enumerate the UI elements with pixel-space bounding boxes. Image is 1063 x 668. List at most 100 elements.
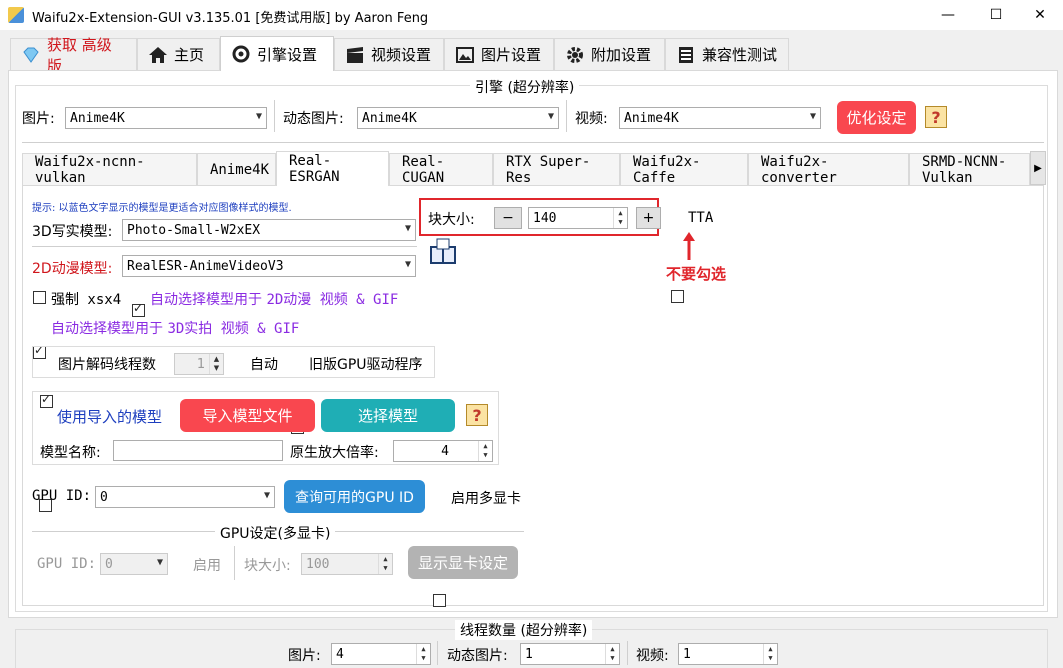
title-bar: Waifu2x-Extension-GUI v3.135.01 [免费试用版] … (0, 0, 1063, 30)
threads-gif-spinner[interactable]: 1 ▲ ▼ (520, 643, 620, 665)
threads-image-label: 图片: (288, 648, 321, 664)
native-scale-label: 原生放大倍率: (290, 445, 379, 461)
checklist-icon (676, 45, 696, 65)
tab-real-cugan[interactable]: Real-CUGAN (389, 153, 493, 186)
tab-image-settings[interactable]: 图片设置 (444, 38, 554, 70)
tab-home[interactable]: 主页 (137, 38, 220, 70)
model-2d-select[interactable]: RealESR-AnimeVideoV3 ▼ (122, 255, 416, 277)
tab-label: 图片设置 (481, 46, 542, 64)
minimize-button[interactable]: — (925, 0, 971, 30)
threads-image-spinner[interactable]: 4 ▲ ▼ (331, 643, 431, 665)
tile2-label: 块大小: (244, 558, 291, 574)
force-xsx4-checkbox[interactable] (33, 291, 46, 304)
gpu-id2-select[interactable]: 0 ▼ (100, 553, 168, 575)
gif-engine-select[interactable]: Anime4K ▼ (357, 107, 559, 129)
maximize-button[interactable]: ☐ (973, 0, 1019, 30)
import-model-button[interactable]: 导入模型文件 (180, 399, 315, 432)
divider (274, 100, 275, 132)
show-gpu-settings-button[interactable]: 显示显卡设定 (408, 546, 518, 579)
decode-threads-label: 图片解码线程数 (58, 357, 156, 373)
auto-3d-label: 自动选择模型用于 3D实拍 视频 & GIF (51, 321, 300, 337)
close-button[interactable]: ✕ (1017, 0, 1063, 30)
engine-group-title: 引擎 (超分辨率) (470, 77, 580, 97)
multi-gpu-label: 启用多显卡 (451, 491, 521, 507)
home-icon (148, 45, 168, 65)
tab-srmd-ncnn-vulkan[interactable]: SRMD-NCNN-Vulkan (909, 153, 1030, 185)
tab-scroll-button[interactable]: ▶ (1030, 151, 1046, 185)
native-scale-spinner[interactable]: 4 ▲ ▼ (393, 440, 493, 462)
spinner-arrows-icon: ▲ ▼ (478, 441, 492, 461)
chevron-down-icon: ▼ (809, 111, 816, 122)
decode-threads-spinner[interactable]: 1 ▲ ▼ (174, 353, 224, 375)
chevron-down-icon: ▼ (156, 557, 163, 568)
divider (234, 546, 235, 580)
multi-gpu-checkbox[interactable] (433, 594, 446, 607)
divider (22, 142, 1044, 143)
image-engine-select[interactable]: Anime4K ▼ (65, 107, 267, 129)
gif-engine-label: 动态图片: (283, 111, 344, 127)
tab-label: 主页 (174, 46, 205, 64)
spinner-arrows-icon: ▲ ▼ (763, 644, 777, 664)
tab-additional-settings[interactable]: 附加设置 (554, 38, 665, 70)
clapperboard-icon (345, 45, 365, 65)
tile-size-spinner[interactable]: 140 ▲ ▼ (528, 207, 628, 229)
enable-gpu-label: 启用 (193, 558, 221, 574)
tab-anime4k[interactable]: Anime4K (197, 153, 276, 185)
gpu-id2-label: GPU ID: (37, 556, 97, 572)
optimize-settings-button[interactable]: 优化设定 (837, 101, 916, 134)
tab-waifu2x-converter[interactable]: Waifu2x-converter (748, 153, 909, 186)
help-icon[interactable]: ? (466, 404, 488, 426)
video-engine-select[interactable]: Anime4K ▼ (619, 107, 821, 129)
auto-2d-checkbox[interactable] (132, 301, 145, 317)
tta-checkbox[interactable] (671, 290, 684, 303)
divider (627, 641, 628, 665)
model-3d-label: 3D写实模型: (32, 224, 113, 240)
threads-gif-label: 动态图片: (447, 648, 508, 664)
model-name-input[interactable] (113, 440, 283, 461)
tile2-spinner[interactable]: 100 ▲ ▼ (301, 553, 393, 575)
annotation-text: 不要勾选 (666, 265, 727, 283)
diamond-icon (21, 45, 41, 65)
spinner-arrows-icon: ▲ ▼ (209, 354, 223, 374)
video-engine-label: 视频: (575, 111, 608, 127)
app-icon (8, 7, 24, 23)
tab-engine-settings[interactable]: 引擎设置 (220, 36, 334, 71)
tab-real-esrgan[interactable]: Real-ESRGAN (276, 151, 389, 186)
chevron-down-icon: ▼ (255, 111, 262, 122)
spinner-arrows-icon: ▲ ▼ (613, 208, 627, 228)
arrow-up-icon (683, 232, 695, 260)
threads-video-spinner[interactable]: 1 ▲ ▼ (678, 643, 778, 665)
tab-get-pro[interactable]: 获取 高级版 (10, 36, 137, 75)
spinner-arrows-icon: ▲ ▼ (605, 644, 619, 664)
tab-waifu2x-caffe[interactable]: Waifu2x-Caffe (620, 153, 748, 186)
query-gpu-button[interactable]: 查询可用的GPU ID (284, 480, 425, 513)
model-name-label: 模型名称: (40, 445, 101, 461)
spinner-arrows-icon: ▲ ▼ (416, 644, 430, 664)
gpu-id-select[interactable]: 0 ▼ (95, 486, 275, 508)
auto-threads-label: 自动 (250, 357, 278, 373)
threads-group-title: 线程数量 (超分辨率) (455, 620, 593, 640)
tile-plus-button[interactable]: + (636, 207, 661, 229)
chevron-down-icon: ▼ (547, 111, 554, 122)
divider (566, 100, 567, 132)
book-icon[interactable] (428, 238, 458, 266)
spinner-arrows-icon: ▲ ▼ (378, 554, 392, 574)
tab-rtx-super-res[interactable]: RTX Super-Res (493, 153, 620, 186)
chevron-down-icon: ▼ (263, 490, 270, 501)
tile-minus-button[interactable]: − (494, 207, 522, 229)
tab-label: 视频设置 (371, 46, 432, 64)
tab-label: 附加设置 (591, 46, 652, 64)
engine-icon (231, 44, 251, 64)
window-title: Waifu2x-Extension-GUI v3.135.01 [免费试用版] … (32, 11, 429, 26)
select-model-button[interactable]: 选择模型 (321, 399, 455, 432)
model-2d-label: 2D动漫模型: (32, 261, 113, 277)
tab-waifu2x-ncnn-vulkan[interactable]: Waifu2x-ncnn-vulkan (22, 153, 197, 186)
tab-compatibility-test[interactable]: 兼容性测试 (665, 38, 789, 70)
gpu-settings-title: GPU设定(多显卡) (215, 523, 336, 543)
gpu-id-label: GPU ID: (32, 488, 92, 504)
chevron-down-icon: ▼ (404, 223, 411, 234)
model-3d-select[interactable]: Photo-Small-W2xEX ▼ (122, 219, 416, 241)
help-icon[interactable]: ? (925, 106, 947, 128)
tab-label: 引擎设置 (257, 45, 318, 64)
tab-video-settings[interactable]: 视频设置 (334, 38, 444, 70)
